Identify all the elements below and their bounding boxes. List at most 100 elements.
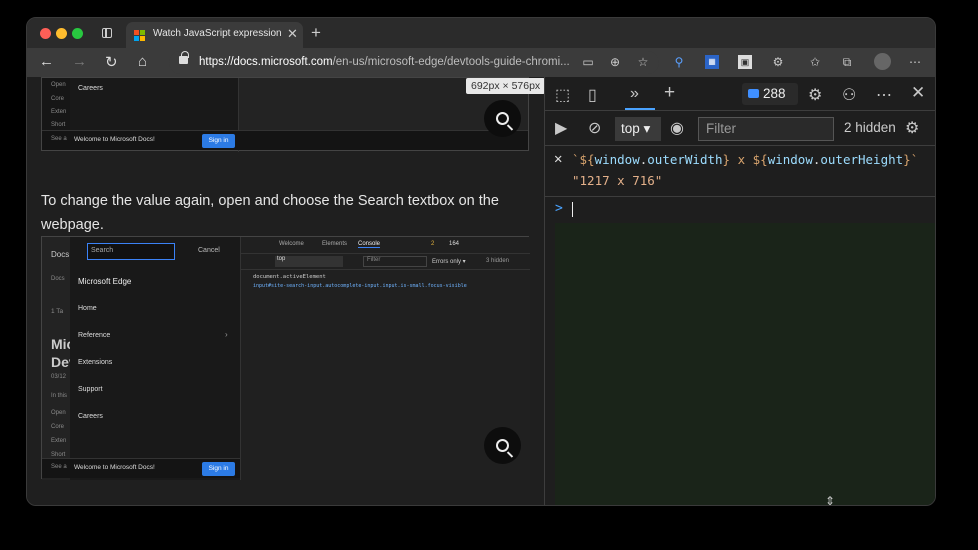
microsoft-logo-icon <box>134 30 145 41</box>
sidebar-toggle-icon[interactable]: ▶ <box>555 118 567 138</box>
tab-actions-icon[interactable] <box>102 28 112 38</box>
devtools-toolbar: ⬚ ▯ » + 288 ⚙ ⚇ ⋯ ✕ <box>545 77 935 111</box>
screenshot-image-2: Docs Docs 1 Ta Mic Dev 03/12 In this Ope… <box>41 236 530 480</box>
close-devtools-icon[interactable]: ✕ <box>911 83 925 103</box>
close-window-button[interactable] <box>40 28 51 39</box>
maximize-window-button[interactable] <box>72 28 83 39</box>
device-emulation-icon[interactable]: ▯ <box>588 85 597 105</box>
mini-page-text: Exten <box>51 438 67 444</box>
mini-dt-warnings: 2 <box>431 241 435 247</box>
customize-icon[interactable]: ⚇ <box>842 85 856 105</box>
mini-dt-tab: Elements <box>322 241 348 247</box>
inspect-icon[interactable]: ⬚ <box>555 85 570 105</box>
mini-menu-careers: Careers <box>78 85 103 92</box>
mini-page-text: Core <box>51 424 65 430</box>
favorites-icon[interactable]: ✩ <box>808 55 822 69</box>
dimension-tooltip: 692px × 576px <box>466 78 546 94</box>
zoom-icon[interactable]: ⊕ <box>608 55 622 69</box>
mini-dt-filter: Filter <box>363 256 427 267</box>
mini-sidebar-item: Short <box>51 122 66 128</box>
zoom-in-icon <box>496 112 509 125</box>
collections-icon[interactable]: ⧉ <box>840 55 854 69</box>
browser-window: Watch JavaScript expression v ✕ + ← → ↻ … <box>26 17 936 506</box>
mini-menu-item: Support <box>78 386 103 393</box>
web-content: Open Core Exten Short Careers See a Welc… <box>27 77 544 505</box>
mini-dt-hidden: 3 hidden <box>486 258 510 264</box>
mini-search-input: Search <box>87 243 175 260</box>
mini-sidebar-item: See a <box>51 136 67 142</box>
expression-text[interactable]: `${window.outerWidth} x ${window.outerHe… <box>572 152 918 167</box>
extension-pin-icon[interactable]: ⚲ <box>672 55 686 69</box>
tab-title: Watch JavaScript expression v <box>153 28 283 39</box>
forward-icon[interactable]: → <box>72 53 87 70</box>
mini-welcome-text: Welcome to Microsoft Docs! <box>74 136 155 143</box>
mini-welcome-text: Welcome to Microsoft Docs! <box>74 464 155 471</box>
mini-dt-context: top <box>275 256 343 267</box>
mini-sidebar-item: Exten <box>51 109 67 115</box>
home-icon[interactable]: ⌂ <box>138 53 147 70</box>
browser-tab[interactable]: Watch JavaScript expression v ✕ <box>126 22 303 48</box>
mini-dt-tab: Welcome <box>279 241 304 247</box>
mini-page-text: Docs <box>51 276 65 282</box>
text-caret <box>572 202 573 217</box>
extension-grid-icon[interactable]: ▦ <box>705 55 719 69</box>
message-icon <box>748 89 759 98</box>
mini-dt-line: document.activeElement <box>253 274 326 280</box>
lock-icon <box>179 51 189 64</box>
console-toolbar: ▶ ⊘ top ▾ ◉ Filter 2 hidden ⚙ <box>545 111 935 146</box>
extension-box-icon[interactable]: ▣ <box>738 55 752 69</box>
zoom-image-button[interactable] <box>484 100 521 137</box>
remove-expression-icon[interactable]: ✕ <box>554 151 562 167</box>
console-input-area[interactable] <box>555 223 935 505</box>
live-expression: ✕ `${window.outerWidth} x ${window.outer… <box>545 146 935 197</box>
mini-menu-title: Microsoft Edge <box>78 277 132 286</box>
mini-cancel: Cancel <box>198 247 220 254</box>
mini-menu-item: Careers <box>78 413 103 420</box>
address-bar: ← → ↻ ⌂ https://docs.microsoft.com/en-us… <box>27 48 935 77</box>
mini-page-text: 1 Ta <box>51 308 64 315</box>
eye-icon[interactable]: ◉ <box>670 118 684 138</box>
mini-page-text: 03/12 <box>51 374 67 380</box>
resize-cursor-icon: ⇕ <box>825 494 836 506</box>
prompt-chevron-icon: > <box>555 201 563 216</box>
mini-sign-in-button: Sign in <box>202 462 235 476</box>
mini-sign-in-button: Sign in <box>202 134 235 148</box>
mini-sidebar-item: Core <box>51 96 65 102</box>
mini-page-text: Open <box>51 410 66 416</box>
favorite-add-icon[interactable]: ☆ <box>636 55 650 69</box>
more-tabs-icon[interactable]: » <box>630 85 639 103</box>
minimize-window-button[interactable] <box>56 28 67 39</box>
back-icon[interactable]: ← <box>39 53 54 70</box>
active-tab-indicator <box>625 108 655 110</box>
zoom-image-button[interactable] <box>484 427 521 464</box>
add-tab-icon[interactable]: + <box>664 82 675 104</box>
body-paragraph: To change the value again, open and choo… <box>41 193 499 233</box>
mini-dt-levels: Errors only ▾ <box>432 259 466 265</box>
url-text: https://docs.microsoft.com/en-us/microso… <box>199 56 570 68</box>
clear-console-icon[interactable]: ⊘ <box>588 118 601 138</box>
mini-menu-item: Extensions <box>78 359 113 366</box>
read-aloud-icon[interactable]: ▭ <box>581 55 595 69</box>
refresh-icon[interactable]: ↻ <box>105 53 118 71</box>
issues-badge[interactable]: 288 <box>742 83 798 105</box>
extensions-icon[interactable]: ⚙ <box>771 55 785 69</box>
console-prompt[interactable]: > <box>545 197 935 223</box>
mini-footer: See a Welcome to Microsoft Docs! Sign in <box>42 458 240 478</box>
mini-page-text: See a <box>51 464 67 470</box>
mini-footer: See a Welcome to Microsoft Docs! Sign in <box>42 130 528 150</box>
context-selector[interactable]: top ▾ <box>615 117 661 141</box>
zoom-in-icon <box>496 439 509 452</box>
mini-page-text: Docs <box>51 250 70 259</box>
more-options-icon[interactable]: ⋯ <box>876 85 892 105</box>
tab-close-icon[interactable]: ✕ <box>287 26 298 42</box>
console-settings-icon[interactable]: ⚙ <box>905 118 919 138</box>
mini-dt-info: 164 <box>449 241 460 247</box>
hidden-count: 2 hidden <box>844 120 896 135</box>
mini-menu-item: Home <box>78 305 97 312</box>
new-tab-button[interactable]: + <box>311 23 321 43</box>
profile-avatar[interactable] <box>874 53 891 70</box>
filter-input[interactable]: Filter <box>698 117 834 141</box>
mini-dt-line: input#site-search-input.autocomplete-inp… <box>253 283 467 289</box>
more-icon[interactable]: ⋯ <box>908 55 922 69</box>
settings-icon[interactable]: ⚙ <box>808 85 822 105</box>
